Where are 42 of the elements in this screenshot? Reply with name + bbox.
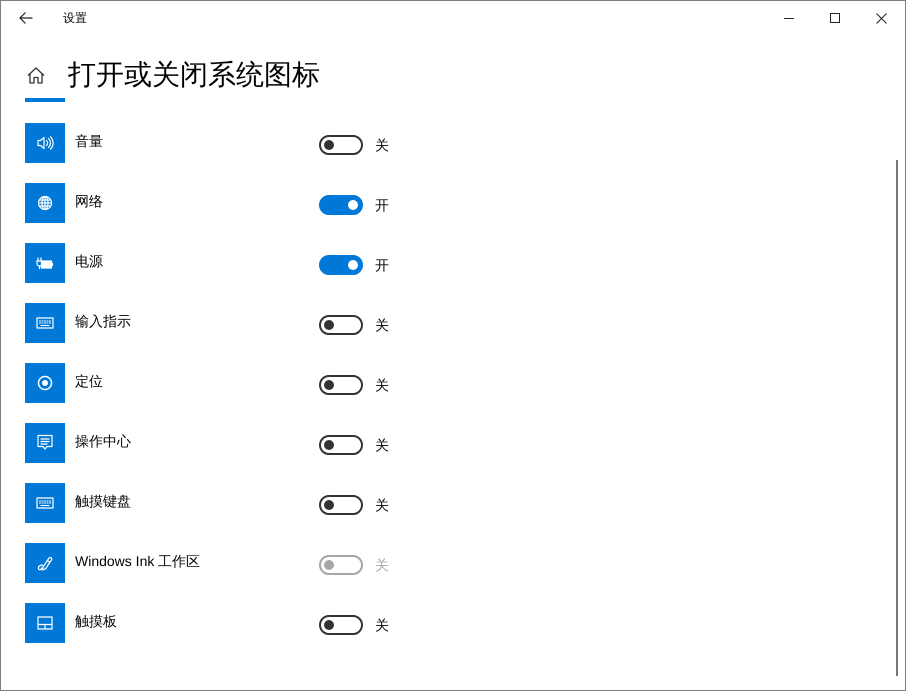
toggle-state-label: 关 (375, 436, 389, 454)
active-indicator (25, 98, 65, 102)
toggle-switch[interactable] (319, 495, 363, 515)
home-icon[interactable] (27, 66, 45, 84)
setting-label: 触摸键盘 (75, 492, 131, 511)
setting-label: 操作中心 (75, 432, 131, 451)
keyboard-icon (25, 303, 65, 343)
plug-battery-icon (25, 243, 65, 283)
toggle-switch[interactable] (319, 375, 363, 395)
setting-label: 音量 (75, 132, 103, 151)
setting-label: 电源 (75, 252, 103, 271)
toggle-state-label: 关 (375, 616, 389, 634)
setting-label: 输入指示 (75, 312, 131, 331)
keyboard-icon (25, 483, 65, 523)
globe-icon (25, 183, 65, 223)
window-title: 设置 (63, 10, 87, 27)
setting-label: 触摸板 (75, 612, 117, 631)
setting-label: 网络 (75, 192, 103, 211)
toggle-state-label: 开 (375, 256, 389, 274)
toggle-state-label: 关 (375, 556, 389, 574)
toggle-switch[interactable] (319, 255, 363, 275)
speaker-icon (25, 123, 65, 163)
touchpad-icon (25, 603, 65, 643)
toggle-switch[interactable] (319, 195, 363, 215)
toggle-switch[interactable] (319, 135, 363, 155)
toggle-state-label: 关 (375, 376, 389, 394)
back-icon[interactable] (19, 12, 33, 24)
close-icon[interactable] (876, 12, 886, 24)
toggle-switch[interactable] (319, 315, 363, 335)
toggle-state-label: 关 (375, 496, 389, 514)
toggle-state-label: 开 (375, 196, 389, 214)
message-icon (25, 423, 65, 463)
maximize-icon[interactable] (830, 13, 840, 23)
setting-label: 定位 (75, 372, 103, 391)
pen-icon (25, 543, 65, 583)
toggle-state-label: 关 (375, 136, 389, 154)
toggle-state-label: 关 (375, 316, 389, 334)
scrollbar[interactable] (896, 160, 898, 676)
toggle-switch[interactable] (319, 615, 363, 635)
page-title: 打开或关闭系统图标 (68, 58, 320, 92)
setting-label: Windows Ink 工作区 (75, 552, 200, 571)
toggle-switch[interactable] (319, 435, 363, 455)
